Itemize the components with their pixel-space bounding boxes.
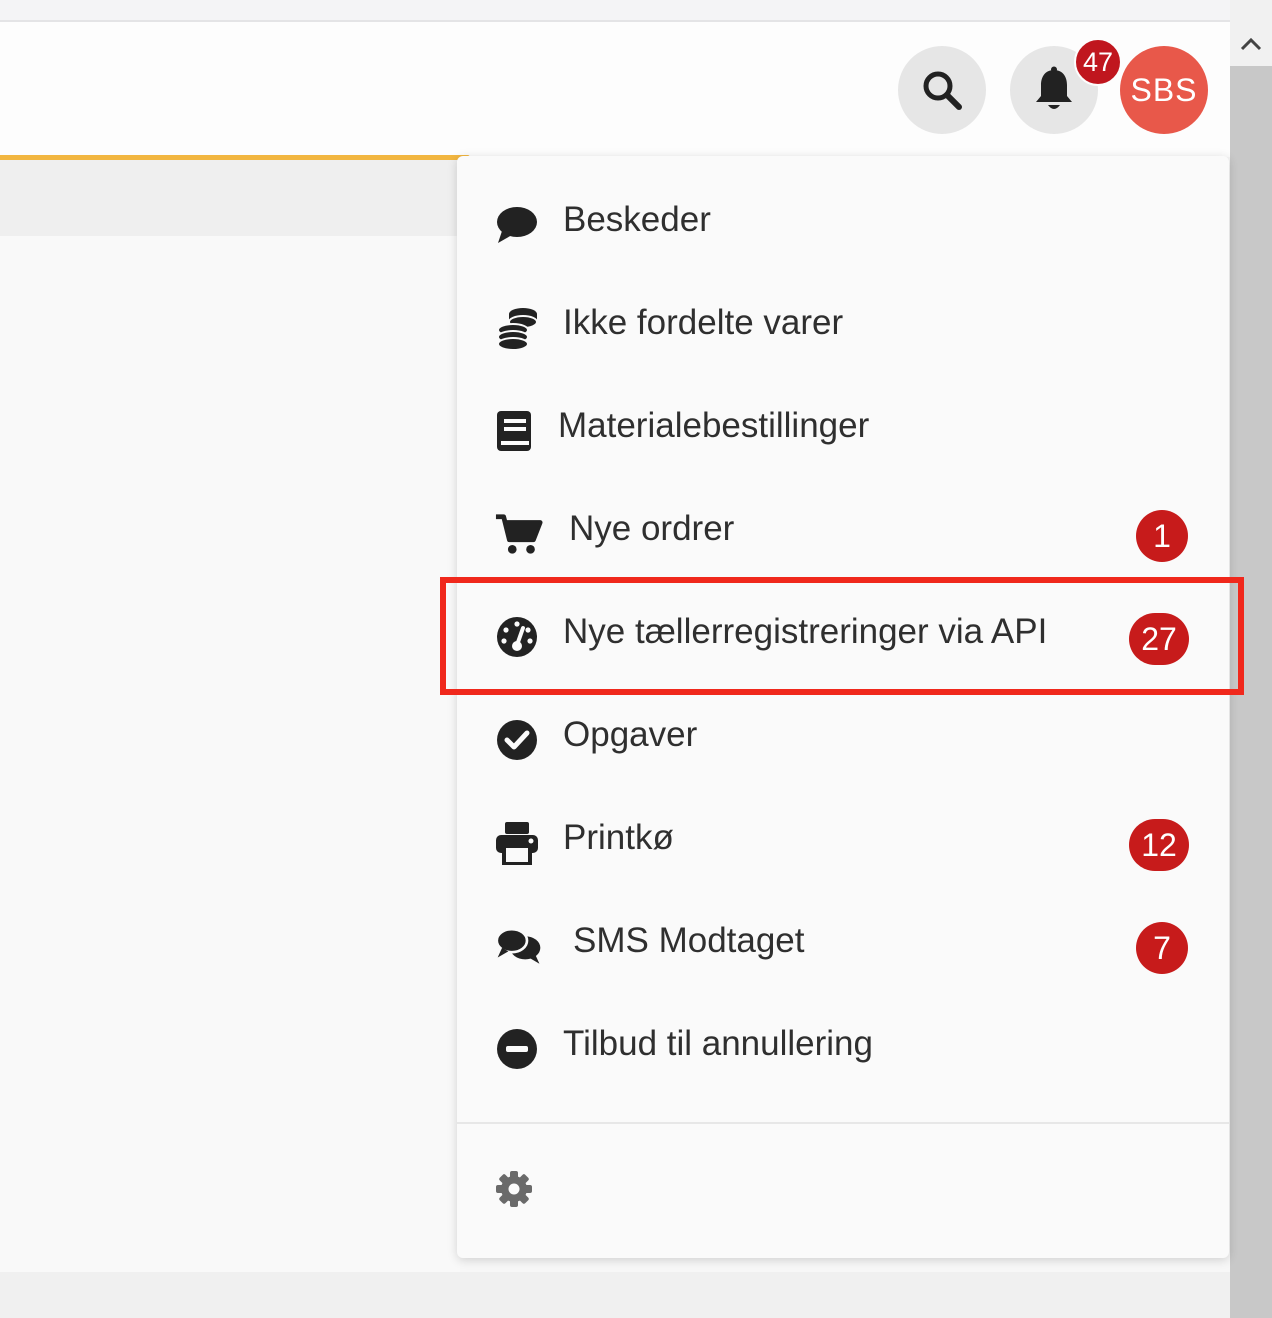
count-badge: 12	[1129, 819, 1189, 871]
menu-item-label: Opgaver	[563, 715, 698, 754]
chevron-up-icon	[1240, 37, 1262, 51]
settings-button[interactable]	[495, 1168, 537, 1210]
bell-icon	[1036, 66, 1072, 109]
menu-item-label: Materialebestillinger	[558, 406, 870, 445]
main-content	[0, 236, 460, 1318]
menu-item-tilbud-til-annullering[interactable]: Tilbud til annullering	[457, 998, 1229, 1098]
notifications-dropdown: Beskeder Ikke fordelte varer Materialebe	[457, 156, 1229, 1258]
menu-item-label: Ikke fordelte varer	[563, 303, 844, 342]
menu-item-label: SMS Modtaget	[573, 921, 805, 960]
highlight-box	[440, 577, 1244, 695]
gear-icon	[496, 1171, 532, 1207]
count-badge: 7	[1136, 922, 1188, 974]
menu-item-opgaver[interactable]: Opgaver	[457, 689, 1229, 789]
book-icon	[495, 410, 543, 452]
scroll-up-button[interactable]	[1230, 22, 1272, 66]
menu-item-label: Printkø	[563, 818, 674, 857]
search-icon	[923, 71, 962, 110]
menu-item-sms-modtaget[interactable]: SMS Modtaget 7	[457, 895, 1229, 995]
menu-item-beskeder[interactable]: Beskeder	[457, 174, 1229, 274]
menu-item-label: Nye ordrer	[569, 509, 735, 548]
page-bottom	[0, 1272, 1230, 1318]
minus-circle-icon	[495, 1028, 543, 1070]
check-circle-icon	[495, 719, 543, 761]
menu-item-label: Tilbud til annullering	[563, 1024, 873, 1063]
menu-divider	[457, 1122, 1229, 1124]
notification-count-badge: 47	[1074, 38, 1122, 86]
count-badge: 1	[1136, 510, 1188, 562]
user-avatar[interactable]: SBS	[1120, 46, 1208, 134]
menu-item-ikke-fordelte-varer[interactable]: Ikke fordelte varer	[457, 277, 1229, 377]
comments-icon	[495, 925, 543, 967]
menu-item-printko[interactable]: Printkø 12	[457, 792, 1229, 892]
comment-icon	[495, 204, 543, 246]
coins-icon	[495, 307, 543, 350]
menu-item-materialebestillinger[interactable]: Materialebestillinger	[457, 380, 1229, 480]
printer-icon	[495, 822, 543, 865]
browser-top-strip	[0, 0, 1230, 22]
search-button[interactable]	[898, 46, 986, 134]
menu-item-label: Beskeder	[563, 200, 711, 239]
cart-icon	[495, 513, 543, 555]
sub-toolbar	[0, 160, 460, 236]
menu-item-nye-ordrer[interactable]: Nye ordrer 1	[457, 483, 1229, 583]
